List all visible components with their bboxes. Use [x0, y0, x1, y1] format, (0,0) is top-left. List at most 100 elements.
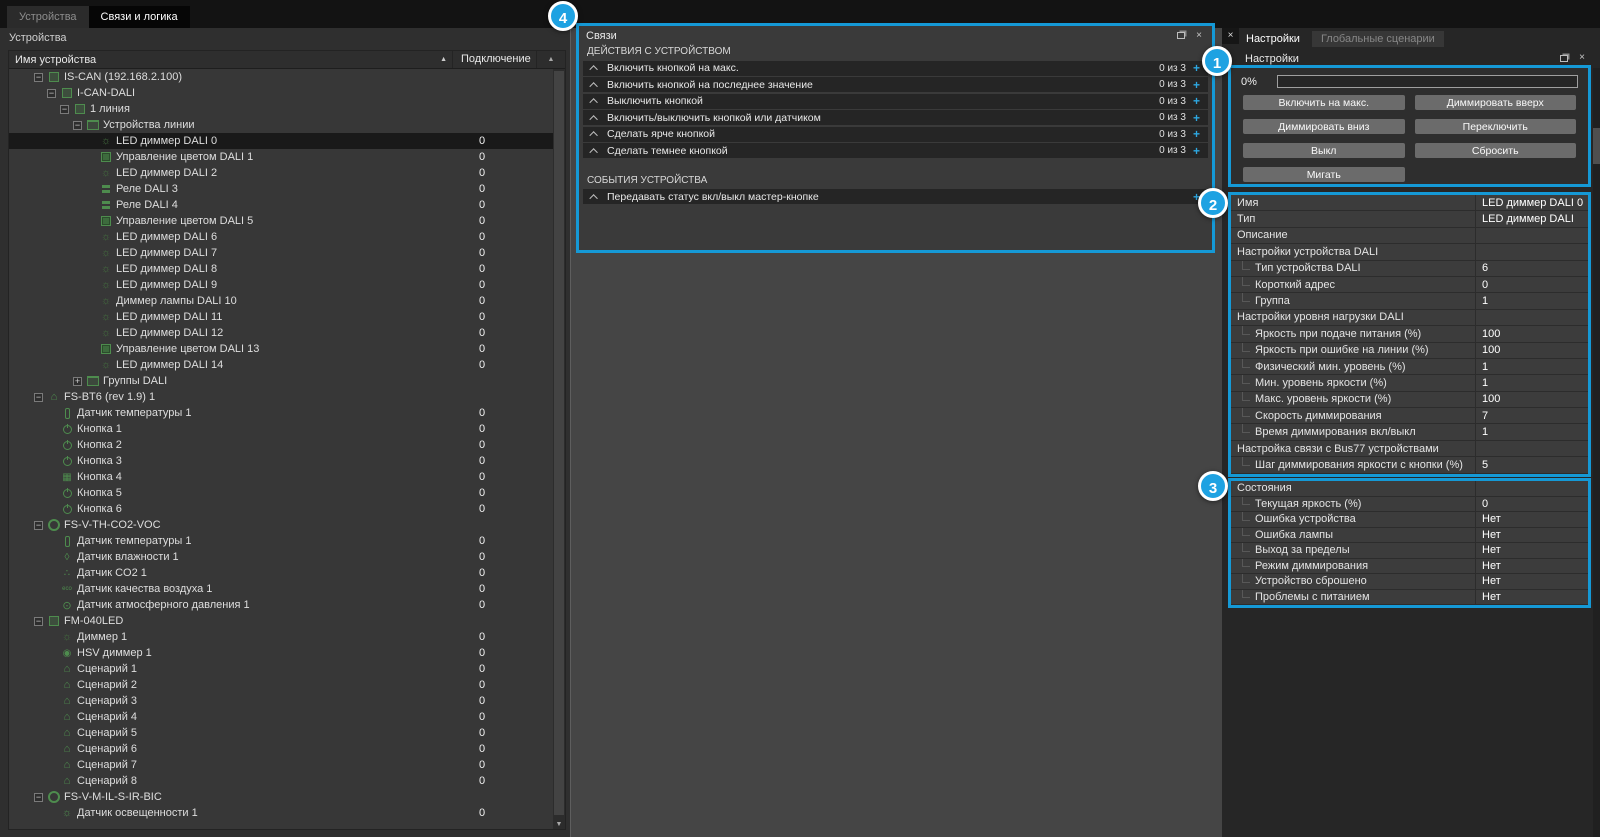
- tree-row[interactable]: LED диммер DALI 140: [9, 357, 553, 373]
- property-value[interactable]: LED диммер DALI: [1475, 211, 1588, 226]
- tree-row[interactable]: Диммер 10: [9, 629, 553, 645]
- tree-row[interactable]: Управление цветом DALI 50: [9, 213, 553, 229]
- property-value[interactable]: Нет: [1475, 543, 1588, 558]
- tree-row[interactable]: LED диммер DALI 80: [9, 261, 553, 277]
- settings-scrollbar[interactable]: [1593, 68, 1600, 837]
- tree-row[interactable]: Датчик качества воздуха 10: [9, 581, 553, 597]
- property-value[interactable]: Нет: [1475, 512, 1588, 527]
- property-value[interactable]: 7: [1475, 408, 1588, 423]
- close-panel-icon[interactable]: ×: [1576, 52, 1588, 65]
- tree-row[interactable]: HSV диммер 10: [9, 645, 553, 661]
- property-value[interactable]: 5: [1475, 457, 1588, 472]
- property-value[interactable]: 1: [1475, 424, 1588, 439]
- link-action-row[interactable]: Включить кнопкой на макс.0 из 3+: [583, 61, 1208, 76]
- link-action-row[interactable]: Выключить кнопкой0 из 3+: [583, 94, 1208, 109]
- tree-row[interactable]: Сценарий 70: [9, 757, 553, 773]
- tree-row[interactable]: Реле DALI 40: [9, 197, 553, 213]
- expand-icon[interactable]: +: [73, 377, 82, 386]
- link-action-row[interactable]: Сделать темнее кнопкой0 из 3+: [583, 143, 1208, 158]
- tree-row[interactable]: Кнопка 30: [9, 453, 553, 469]
- property-value[interactable]: 1: [1475, 375, 1588, 390]
- tree-row[interactable]: Датчик освещенности 10: [9, 805, 553, 821]
- tree-row[interactable]: Реле DALI 30: [9, 181, 553, 197]
- property-value[interactable]: 100: [1475, 326, 1588, 341]
- property-value[interactable]: 100: [1475, 343, 1588, 358]
- tab-devices[interactable]: Устройства: [7, 6, 89, 28]
- tree-row[interactable]: Датчик атмосферного давления 10: [9, 597, 553, 613]
- tab-global-scenarios[interactable]: Глобальные сценарии: [1312, 31, 1444, 47]
- property-value[interactable]: [1475, 310, 1588, 325]
- property-value[interactable]: 0: [1475, 497, 1588, 512]
- column-header-name[interactable]: Имя устройства ▲: [9, 51, 453, 68]
- control-button[interactable]: Сбросить: [1415, 143, 1577, 158]
- dock-close-icon[interactable]: ×: [1222, 28, 1239, 44]
- tree-row[interactable]: Датчик температуры 10: [9, 405, 553, 421]
- scroll-up-icon[interactable]: ▲: [537, 51, 565, 68]
- tree-row[interactable]: +Группы DALI: [9, 373, 553, 389]
- tree-row[interactable]: −Устройства линии: [9, 117, 553, 133]
- collapse-caret-icon[interactable]: [589, 98, 597, 106]
- add-link-icon[interactable]: +: [1193, 78, 1200, 92]
- property-value[interactable]: [1475, 441, 1588, 456]
- tree-row[interactable]: Сценарий 50: [9, 725, 553, 741]
- tree-row[interactable]: −IS-CAN (192.168.2.100): [9, 69, 553, 85]
- tree-row[interactable]: Сценарий 10: [9, 661, 553, 677]
- property-value[interactable]: 1: [1475, 359, 1588, 374]
- tree-row[interactable]: Датчик температуры 10: [9, 533, 553, 549]
- collapse-icon[interactable]: −: [73, 121, 82, 130]
- collapse-caret-icon[interactable]: [589, 65, 597, 73]
- link-action-row[interactable]: Сделать ярче кнопкой0 из 3+: [583, 127, 1208, 142]
- tree-row[interactable]: Датчик влажности 10: [9, 549, 553, 565]
- tree-row[interactable]: −I-CAN-DALI: [9, 85, 553, 101]
- tree-row[interactable]: LED диммер DALI 60: [9, 229, 553, 245]
- property-value[interactable]: [1475, 244, 1588, 259]
- collapse-caret-icon[interactable]: [589, 131, 597, 139]
- collapse-icon[interactable]: −: [34, 617, 43, 626]
- tree-row[interactable]: LED диммер DALI 20: [9, 165, 553, 181]
- control-button[interactable]: Мигать: [1243, 167, 1405, 182]
- collapse-icon[interactable]: −: [34, 73, 43, 82]
- property-value[interactable]: [1475, 481, 1588, 496]
- property-value[interactable]: [1475, 228, 1588, 243]
- tab-links-logic[interactable]: Связи и логика: [89, 6, 190, 28]
- add-link-icon[interactable]: +: [1193, 127, 1200, 141]
- tree-row[interactable]: −FM-040LED: [9, 613, 553, 629]
- control-button[interactable]: Диммировать вверх: [1415, 95, 1577, 110]
- tree-row[interactable]: LED диммер DALI 70: [9, 245, 553, 261]
- add-link-icon[interactable]: +: [1193, 94, 1200, 108]
- tree-row[interactable]: Управление цветом DALI 130: [9, 341, 553, 357]
- scroll-down-icon[interactable]: ▼: [553, 821, 565, 828]
- collapse-caret-icon[interactable]: [589, 82, 597, 90]
- tree-row[interactable]: Кнопка 50: [9, 485, 553, 501]
- property-value[interactable]: Нет: [1475, 528, 1588, 543]
- tree-row[interactable]: Кнопка 60: [9, 501, 553, 517]
- control-button[interactable]: Диммировать вниз: [1243, 119, 1405, 134]
- tree-row[interactable]: −FS-V-TH-CO2-VOC: [9, 517, 553, 533]
- collapse-icon[interactable]: −: [60, 105, 69, 114]
- tree-row[interactable]: LED диммер DALI 120: [9, 325, 553, 341]
- collapse-caret-icon[interactable]: [589, 148, 597, 156]
- column-header-connection[interactable]: Подключение: [453, 51, 537, 68]
- tree-row[interactable]: Кнопка 20: [9, 437, 553, 453]
- link-action-row[interactable]: Включить кнопкой на последнее значение0 …: [583, 77, 1208, 92]
- collapse-icon[interactable]: −: [47, 89, 56, 98]
- control-button[interactable]: Выкл: [1243, 143, 1405, 158]
- tree-row[interactable]: LED диммер DALI 90: [9, 277, 553, 293]
- add-link-icon[interactable]: +: [1193, 111, 1200, 125]
- property-value[interactable]: 1: [1475, 293, 1588, 308]
- tree-row[interactable]: Кнопка 10: [9, 421, 553, 437]
- link-action-row[interactable]: Передавать статус вкл/выкл мастер-кнопке…: [583, 189, 1208, 204]
- tree-row[interactable]: Сценарий 60: [9, 741, 553, 757]
- link-action-row[interactable]: Включить/выключить кнопкой или датчиком0…: [583, 110, 1208, 125]
- tree-row[interactable]: LED диммер DALI 110: [9, 309, 553, 325]
- collapse-icon[interactable]: −: [34, 793, 43, 802]
- property-value[interactable]: 100: [1475, 392, 1588, 407]
- float-panel-icon[interactable]: [1175, 29, 1187, 42]
- collapse-icon[interactable]: −: [34, 393, 43, 402]
- tree-row[interactable]: Сценарий 30: [9, 693, 553, 709]
- scrollbar-thumb[interactable]: [554, 71, 564, 815]
- tree-row[interactable]: Управление цветом DALI 10: [9, 149, 553, 165]
- tree-row[interactable]: Диммер лампы DALI 100: [9, 293, 553, 309]
- tree-row[interactable]: Кнопка 40: [9, 469, 553, 485]
- float-panel-icon[interactable]: [1558, 52, 1570, 65]
